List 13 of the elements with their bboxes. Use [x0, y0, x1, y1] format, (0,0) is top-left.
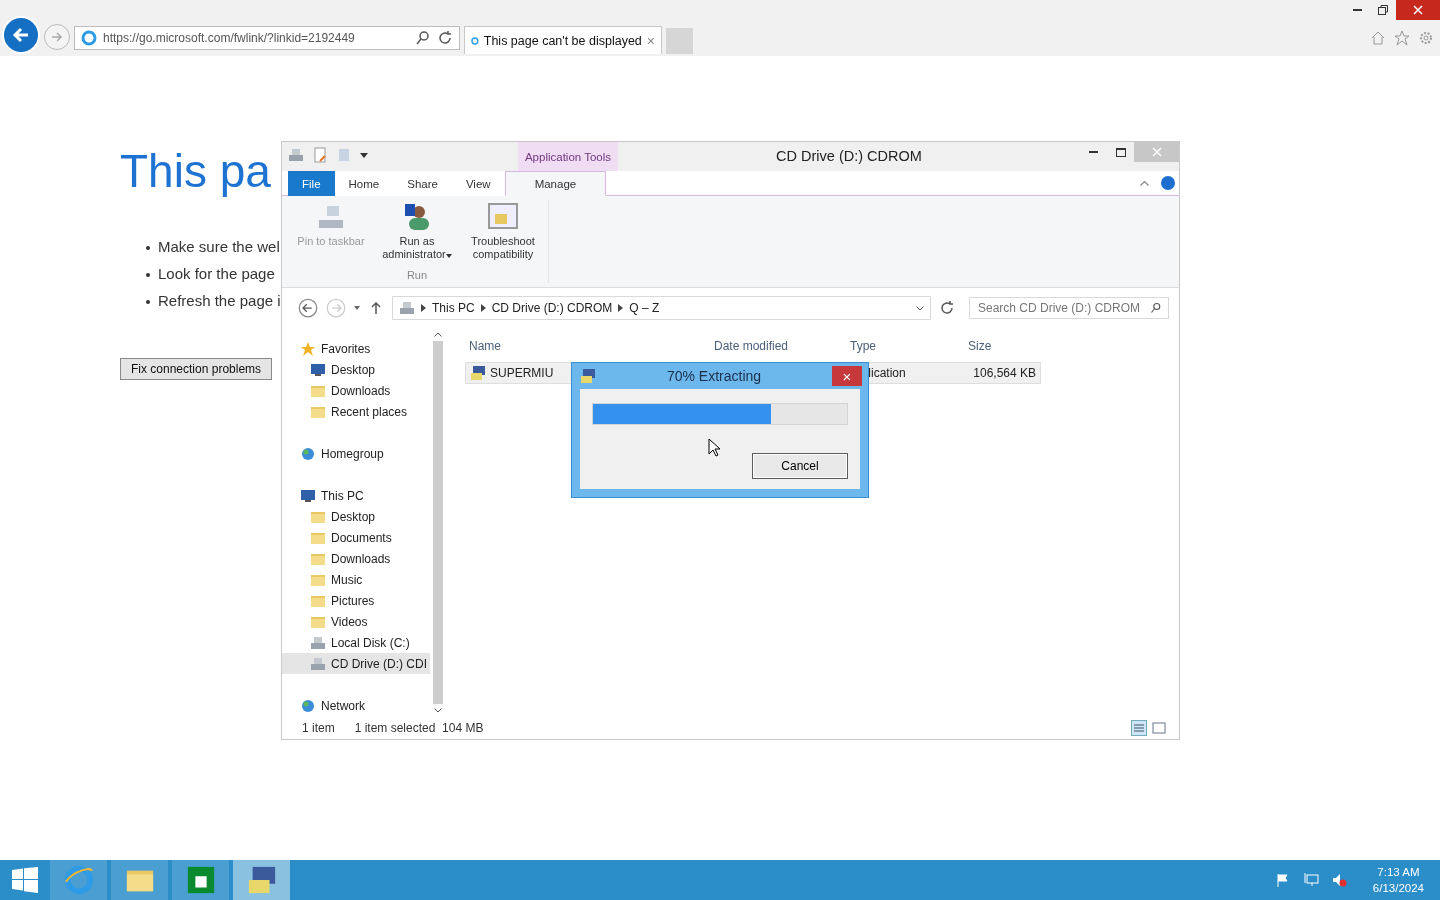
file-type: lication	[868, 366, 906, 380]
dialog-title: 70% Extracting	[665, 368, 763, 384]
item-count: 1 item	[302, 721, 335, 735]
context-tab-label: Application Tools	[518, 142, 618, 171]
suggestion-text: Make sure the wel	[158, 238, 280, 255]
suggestion-text: Look for the page	[158, 265, 275, 282]
window-title: CD Drive (D:) CDROM	[775, 147, 923, 164]
error-heading: This pa	[120, 144, 271, 198]
file-size: 106,564 KB	[973, 366, 1036, 380]
group-label: Run	[406, 269, 428, 283]
selection-info: 1 item selected 104 MB	[354, 721, 484, 735]
file-name: SUPERMIU	[490, 366, 554, 380]
suggestion-text: Refresh the page i	[158, 292, 281, 309]
